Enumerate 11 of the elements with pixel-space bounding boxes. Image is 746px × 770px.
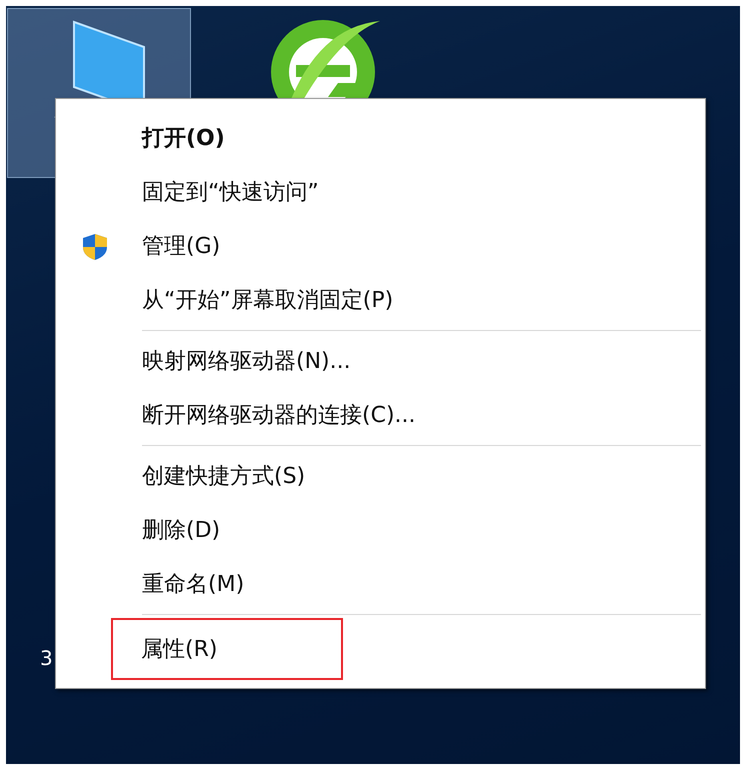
menu-item[interactable]: 创建快捷方式(S) [56,449,705,503]
menu-item[interactable]: 属性(R) [111,618,343,680]
menu-item[interactable]: 打开(O) [56,111,705,165]
menu-item[interactable]: 管理(G) [56,219,705,273]
menu-item[interactable]: 从“开始”屏幕取消固定(P) [56,273,705,327]
icon-label: 3 [40,646,53,670]
menu-item[interactable]: 映射网络驱动器(N)... [56,334,705,388]
menu-item[interactable]: 固定到“快速访问” [56,165,705,219]
menu-item[interactable]: 删除(D) [56,503,705,557]
menu-item[interactable]: 断开网络驱动器的连接(C)... [56,388,705,442]
menu-item[interactable]: 重命名(M) [56,557,705,611]
